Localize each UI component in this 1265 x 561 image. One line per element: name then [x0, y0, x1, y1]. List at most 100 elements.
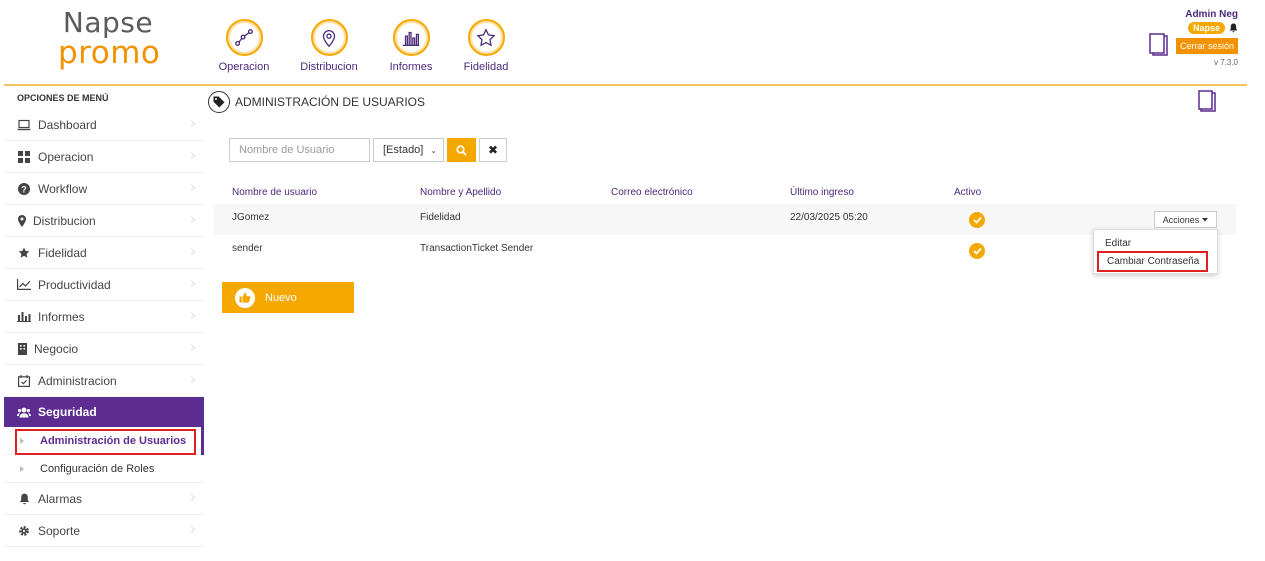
chevron-down-icon: ⌄	[430, 145, 437, 155]
sidebar-item-label: Soporte	[38, 523, 81, 538]
bell-icon[interactable]	[1229, 23, 1238, 33]
line-chart-icon	[17, 278, 31, 292]
topnav-label: Operacion	[218, 61, 270, 73]
sidebar-item-soporte[interactable]: Soporte	[4, 515, 204, 547]
header-divider	[4, 84, 1247, 86]
cell-fullname: TransactionTicket Sender	[420, 243, 534, 254]
question-icon: ?	[17, 182, 31, 196]
operacion-icon	[225, 19, 263, 56]
tag-icon	[208, 91, 230, 113]
topnav-operacion[interactable]: Operacion	[204, 19, 284, 73]
book-icon[interactable]	[1147, 32, 1170, 56]
sidebar-item-label: Productividad	[38, 277, 111, 292]
sidebar-item-label: Workflow	[38, 181, 88, 196]
map-pin-icon	[310, 19, 348, 56]
sidebar-item-label: Fidelidad	[38, 245, 87, 260]
topnav-informes[interactable]: Informes	[371, 19, 451, 73]
sidebar-item-operacion[interactable]: Operacion	[4, 141, 204, 173]
table-row[interactable]: JGomez Fidelidad 22/03/2025 05:20 Accion…	[214, 204, 1236, 235]
highlight-box-sidebar	[15, 429, 196, 455]
column-header[interactable]: Nombre y Apellido	[420, 187, 501, 198]
acciones-dropdown-menu: Editar Cambiar Contraseña	[1093, 229, 1218, 274]
cell-username: JGomez	[232, 212, 270, 223]
sidebar-title: OPCIONES DE MENÚ	[17, 93, 109, 103]
estado-select-value: [Estado]	[383, 144, 424, 156]
menu-item-cambiar-contrasena[interactable]: Cambiar Contraseña	[1097, 251, 1208, 272]
napse-promo-logo[interactable]: Napse promo	[58, 6, 161, 71]
sidebar-item-workflow[interactable]: ? Workflow	[4, 173, 204, 205]
sidebar-subitem-configuracion-roles[interactable]: Configuración de Roles	[4, 455, 204, 483]
sidebar-item-fidelidad[interactable]: Fidelidad	[4, 237, 204, 269]
caret-right-icon	[20, 465, 24, 472]
laptop-icon	[17, 118, 31, 132]
user-box: Admin Neg Napse Cerrar sesión v 7.3.0	[1168, 9, 1238, 67]
map-marker-icon	[17, 214, 26, 228]
version-label: v 7.3.0	[1213, 58, 1238, 67]
sidebar-item-label: Informes	[38, 309, 85, 324]
nuevo-button[interactable]: Nuevo	[222, 282, 354, 313]
bell-icon	[17, 492, 31, 506]
username-search-input[interactable]	[229, 138, 370, 162]
close-icon: ✖	[487, 143, 499, 157]
topnav-label: Fidelidad	[463, 61, 509, 73]
logo-line-2: promo	[58, 35, 161, 71]
sidebar-item-dashboard[interactable]: Dashboard	[4, 109, 204, 141]
sidebar-item-informes[interactable]: Informes	[4, 301, 204, 333]
book-icon[interactable]	[1196, 89, 1218, 113]
column-header[interactable]: Último ingreso	[790, 187, 854, 198]
sidebar-item-seguridad[interactable]: Seguridad	[4, 397, 204, 427]
acciones-dropdown-button[interactable]: Acciones	[1154, 211, 1217, 228]
topnav-fidelidad[interactable]: Fidelidad	[446, 19, 526, 73]
menu-item-editar[interactable]: Editar	[1105, 238, 1131, 249]
search-button[interactable]	[447, 138, 476, 162]
estado-select[interactable]: [Estado] ⌄	[373, 138, 444, 162]
sidebar-item-label: Negocio	[34, 341, 79, 356]
search-icon	[456, 144, 467, 156]
star-icon	[467, 19, 505, 56]
sidebar-item-label: Administracion	[38, 373, 117, 388]
sidebar-item-negocio[interactable]: Negocio	[4, 333, 204, 365]
active-check-icon	[969, 212, 985, 228]
sidebar-item-label: Seguridad	[38, 405, 97, 419]
column-header[interactable]: Correo electrónico	[611, 187, 693, 198]
caret-down-icon	[1202, 217, 1209, 221]
cell-username: sender	[232, 243, 263, 254]
thumbs-up-icon	[235, 287, 255, 308]
sidebar-item-productividad[interactable]: Productividad	[4, 269, 204, 301]
column-header[interactable]: Nombre de usuario	[232, 187, 317, 198]
sidebar-item-label: Operacion	[38, 149, 94, 164]
calendar-check-icon	[17, 374, 31, 388]
logout-button[interactable]: Cerrar sesión	[1175, 38, 1238, 54]
users-icon	[17, 405, 31, 419]
page-title: ADMINISTRACIÓN DE USUARIOS	[235, 95, 426, 109]
column-header[interactable]: Activo	[954, 187, 981, 198]
logo-line-1: Napse	[62, 6, 154, 39]
sidebar-item-administracion[interactable]: Administracion	[4, 365, 204, 397]
bar-chart-icon	[17, 310, 31, 324]
table-header: Nombre de usuario Nombre y Apellido Corr…	[214, 180, 1236, 204]
cog-icon	[17, 524, 31, 538]
sidebar-subitem-label: Configuración de Roles	[40, 462, 155, 475]
grid-icon	[17, 150, 31, 164]
cell-last-login: 22/03/2025 05:20	[790, 212, 868, 223]
star-icon	[17, 246, 31, 260]
sidebar-item-alarmas[interactable]: Alarmas	[4, 483, 204, 515]
clear-filter-button[interactable]: ✖	[479, 138, 507, 162]
topnav-distribucion[interactable]: Distribucion	[289, 19, 369, 73]
sidebar-item-distribucion[interactable]: Distribucion	[4, 205, 204, 237]
building-icon	[17, 342, 27, 356]
svg-text:?: ?	[21, 184, 27, 194]
topnav-label: Informes	[389, 61, 433, 73]
nuevo-label: Nuevo	[265, 291, 297, 304]
bar-chart-icon	[392, 19, 430, 56]
active-check-icon	[969, 243, 985, 259]
sidebar-item-label: Alarmas	[38, 491, 83, 506]
users-table: Nombre de usuario Nombre y Apellido Corr…	[214, 180, 1236, 266]
acciones-label: Acciones	[1162, 214, 1200, 225]
sidebar-item-label: Dashboard	[38, 117, 97, 132]
cell-fullname: Fidelidad	[420, 212, 461, 223]
page-header: ADMINISTRACIÓN DE USUARIOS	[208, 91, 425, 113]
table-row[interactable]: sender TransactionTicket Sender	[214, 235, 1236, 266]
user-name: Admin Neg	[1185, 9, 1238, 20]
sidebar: OPCIONES DE MENÚ Dashboard Operacion ? W…	[4, 88, 204, 547]
